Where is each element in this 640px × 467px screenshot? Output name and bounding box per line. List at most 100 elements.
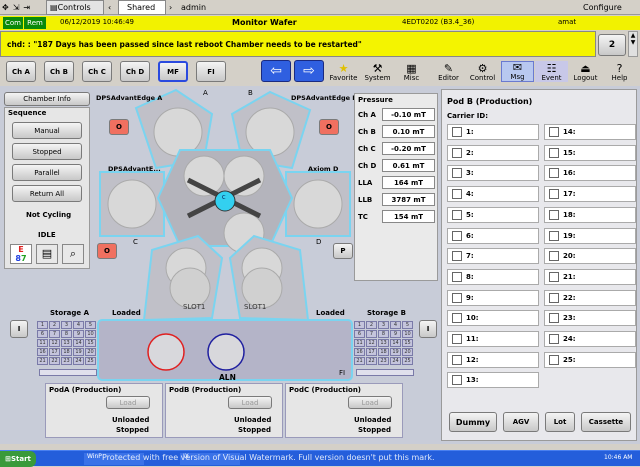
storage-slot[interactable]: 22 <box>49 357 60 365</box>
carrier-slot[interactable]: 5: <box>447 206 539 223</box>
storage-slot[interactable]: 25 <box>402 357 413 365</box>
carrier-slot[interactable]: 17: <box>544 186 636 203</box>
shared-tab[interactable]: Shared <box>118 0 166 15</box>
move-icon[interactable]: ✥ <box>2 3 9 12</box>
clipboard-icon[interactable]: ▤ <box>36 244 58 264</box>
storage-slot[interactable]: 1 <box>37 321 48 329</box>
storage-slot[interactable]: 19 <box>73 348 84 356</box>
carrier-slot[interactable]: 18: <box>544 206 636 223</box>
slot-checkbox[interactable] <box>549 334 559 344</box>
storage-slot[interactable]: 2 <box>49 321 60 329</box>
chamber-button-b[interactable]: Ch B <box>44 61 74 82</box>
storage-a-i-button[interactable]: I <box>10 320 28 338</box>
carrier-slot[interactable]: 20: <box>544 248 636 265</box>
storage-slot[interactable]: 23 <box>61 357 72 365</box>
msg-button[interactable]: ✉ Msg <box>501 61 534 82</box>
storage-slot[interactable]: 11 <box>354 339 365 347</box>
carrier-slot[interactable]: 13: <box>447 372 539 389</box>
storage-b-grid[interactable]: 1 2 3 4 5 6 7 8 9 10 11 12 13 14 15 16 17 18 19 20 21 22 23 24 2… <box>354 321 413 365</box>
storage-slot[interactable]: 17 <box>49 348 60 356</box>
storage-slot[interactable]: 24 <box>73 357 84 365</box>
storage-slot[interactable]: 6 <box>354 330 365 338</box>
stopped-button[interactable]: Stopped <box>12 143 82 160</box>
storage-slot[interactable]: 12 <box>366 339 377 347</box>
carrier-slot[interactable]: 7: <box>447 248 539 265</box>
storage-slot[interactable]: 20 <box>402 348 413 356</box>
storage-slot[interactable]: 14 <box>73 339 84 347</box>
carrier-slot[interactable]: 24: <box>544 331 636 347</box>
slot-checkbox[interactable] <box>452 251 462 262</box>
control-button[interactable]: ⚙ Control <box>466 61 499 82</box>
carrier-slot[interactable]: 25: <box>544 351 636 368</box>
chamber-c-o-button[interactable]: O <box>97 243 117 259</box>
storage-slot[interactable]: 23 <box>378 357 389 365</box>
slot-checkbox[interactable] <box>452 230 462 241</box>
carrier-slot[interactable]: 1: <box>447 124 539 140</box>
storage-slot[interactable]: 16 <box>37 348 48 356</box>
editor-button[interactable]: ✎ Editor <box>432 61 465 82</box>
alarm-count-button[interactable]: 2 <box>598 34 626 56</box>
loadlock-b[interactable] <box>228 234 310 322</box>
parallel-button[interactable]: Parallel <box>12 164 82 181</box>
event-button[interactable]: ☷ Event <box>535 61 568 82</box>
next-icon[interactable]: › <box>169 0 177 15</box>
window-controls[interactable]: ✥ ⇲ ⇥ <box>2 0 44 15</box>
carrier-slot[interactable]: 4: <box>447 186 539 203</box>
slot-checkbox[interactable] <box>549 168 559 179</box>
carrier-slot[interactable]: 11: <box>447 331 539 347</box>
chamber-b-o-button[interactable]: O <box>319 119 339 135</box>
storage-slot[interactable]: 22 <box>366 357 377 365</box>
tab-icon[interactable]: ⇥ <box>23 3 30 12</box>
slot-checkbox[interactable] <box>549 189 559 200</box>
storage-slot[interactable]: 3 <box>61 321 72 329</box>
slot-checkbox[interactable] <box>452 168 462 179</box>
carrier-slot[interactable]: 6: <box>447 227 539 244</box>
carrier-slot[interactable]: 14: <box>544 124 636 140</box>
storage-a-grid[interactable]: 1 2 3 4 5 6 7 8 9 10 11 12 13 14 15 16 17 18 19 20 21 22 23 24 2… <box>37 321 96 365</box>
carrier-slot[interactable]: 19: <box>544 227 636 244</box>
configure-menu[interactable]: Configure <box>583 0 639 15</box>
chamber-d[interactable] <box>285 171 351 237</box>
storage-slot[interactable]: 11 <box>37 339 48 347</box>
favorite-button[interactable]: ★ Favorite <box>327 61 360 82</box>
chamber-button-fi[interactable]: FI <box>196 61 226 82</box>
slot-checkbox[interactable] <box>452 354 462 365</box>
pod-c-load-button[interactable]: Load <box>348 396 392 409</box>
storage-slot[interactable]: 15 <box>85 339 96 347</box>
slot-checkbox[interactable] <box>452 313 462 324</box>
storage-slot[interactable]: 4 <box>73 321 84 329</box>
storage-slot[interactable]: 21 <box>354 357 365 365</box>
system-button[interactable]: ⚒ System <box>361 61 394 82</box>
storage-slot[interactable]: 14 <box>390 339 401 347</box>
carrier-slot[interactable]: 12: <box>447 351 539 368</box>
prev-icon[interactable]: ‹ <box>108 0 116 15</box>
carrier-slot[interactable]: 16: <box>544 165 636 182</box>
slot-checkbox[interactable] <box>452 209 462 220</box>
slot-checkbox[interactable] <box>549 292 559 303</box>
chamber-c[interactable] <box>99 171 165 237</box>
storage-slot[interactable]: 21 <box>37 357 48 365</box>
storage-slot[interactable]: 1 <box>354 321 365 329</box>
cassette-button[interactable]: Cassette <box>581 412 631 432</box>
storage-slot[interactable]: 13 <box>378 339 389 347</box>
storage-slot[interactable]: 20 <box>85 348 96 356</box>
storage-slot[interactable]: 19 <box>390 348 401 356</box>
e87-icon[interactable]: E 87 <box>10 244 32 264</box>
carrier-slot[interactable]: 22: <box>544 289 636 306</box>
alarm-bar[interactable]: chd: : "187 Days has been passed since l… <box>0 31 596 57</box>
pod-b-load-button[interactable]: Load <box>228 396 272 409</box>
storage-slot[interactable]: 5 <box>85 321 96 329</box>
storage-slot[interactable]: 18 <box>378 348 389 356</box>
slot-checkbox[interactable] <box>549 230 559 241</box>
storage-slot[interactable]: 9 <box>73 330 84 338</box>
manual-button[interactable]: Manual <box>12 122 82 139</box>
magnifier-icon[interactable]: ⌕ <box>62 244 84 264</box>
storage-slot[interactable]: 4 <box>390 321 401 329</box>
resize-icon[interactable]: ⇲ <box>13 3 20 12</box>
storage-slot[interactable]: 2 <box>366 321 377 329</box>
pod-a-load-button[interactable]: Load <box>106 396 150 409</box>
carrier-slot[interactable]: 3: <box>447 165 539 182</box>
chamber-d-p-button[interactable]: P <box>333 243 353 259</box>
chamber-info-button[interactable]: Chamber Info <box>4 92 90 106</box>
carrier-slot[interactable]: 8: <box>447 268 539 285</box>
